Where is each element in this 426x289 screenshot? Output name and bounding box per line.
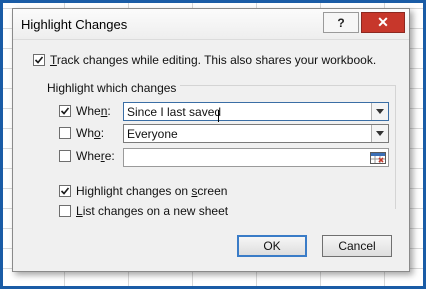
who-label: Who: bbox=[76, 126, 105, 140]
range-select-icon[interactable] bbox=[369, 150, 387, 165]
chevron-down-icon[interactable] bbox=[371, 103, 388, 120]
who-value: Everyone bbox=[127, 127, 178, 141]
check-icon bbox=[60, 187, 70, 195]
highlight-changes-dialog: Highlight Changes ? ✕ Track changes whil… bbox=[12, 8, 410, 272]
list-on-new-sheet-label: List changes on a new sheet bbox=[76, 204, 229, 218]
where-label: Where: bbox=[76, 149, 115, 163]
who-checkbox[interactable] bbox=[59, 127, 71, 139]
check-icon bbox=[34, 56, 44, 64]
dialog-titlebar: Highlight Changes ? ✕ bbox=[13, 9, 409, 40]
highlight-on-screen-checkbox[interactable] bbox=[59, 185, 71, 197]
chevron-down-icon[interactable] bbox=[371, 125, 388, 142]
who-dropdown[interactable]: Everyone bbox=[123, 124, 389, 143]
check-icon bbox=[60, 107, 70, 115]
group-title: Highlight which changes bbox=[47, 81, 181, 95]
where-input[interactable] bbox=[123, 148, 389, 167]
track-changes-checkbox[interactable] bbox=[33, 54, 45, 66]
list-on-new-sheet-checkbox[interactable] bbox=[59, 205, 71, 217]
track-changes-label: Track changes while editing. This also s… bbox=[50, 53, 377, 67]
close-button[interactable]: ✕ bbox=[361, 12, 405, 33]
dialog-title: Highlight Changes bbox=[21, 17, 128, 32]
when-checkbox[interactable] bbox=[59, 105, 71, 117]
cancel-button[interactable]: Cancel bbox=[322, 235, 392, 257]
when-value: Since I last saved bbox=[127, 105, 222, 119]
text-caret bbox=[218, 110, 219, 122]
when-dropdown[interactable]: Since I last saved bbox=[123, 102, 389, 121]
highlight-on-screen-label: Highlight changes on screen bbox=[76, 184, 228, 198]
help-icon: ? bbox=[337, 15, 345, 30]
ok-button[interactable]: OK bbox=[237, 235, 307, 257]
help-button[interactable]: ? bbox=[323, 12, 359, 33]
close-icon: ✕ bbox=[377, 14, 389, 30]
when-label: When: bbox=[76, 104, 111, 118]
ok-label: OK bbox=[263, 239, 281, 253]
cancel-label: Cancel bbox=[338, 239, 376, 253]
where-checkbox[interactable] bbox=[59, 150, 71, 162]
